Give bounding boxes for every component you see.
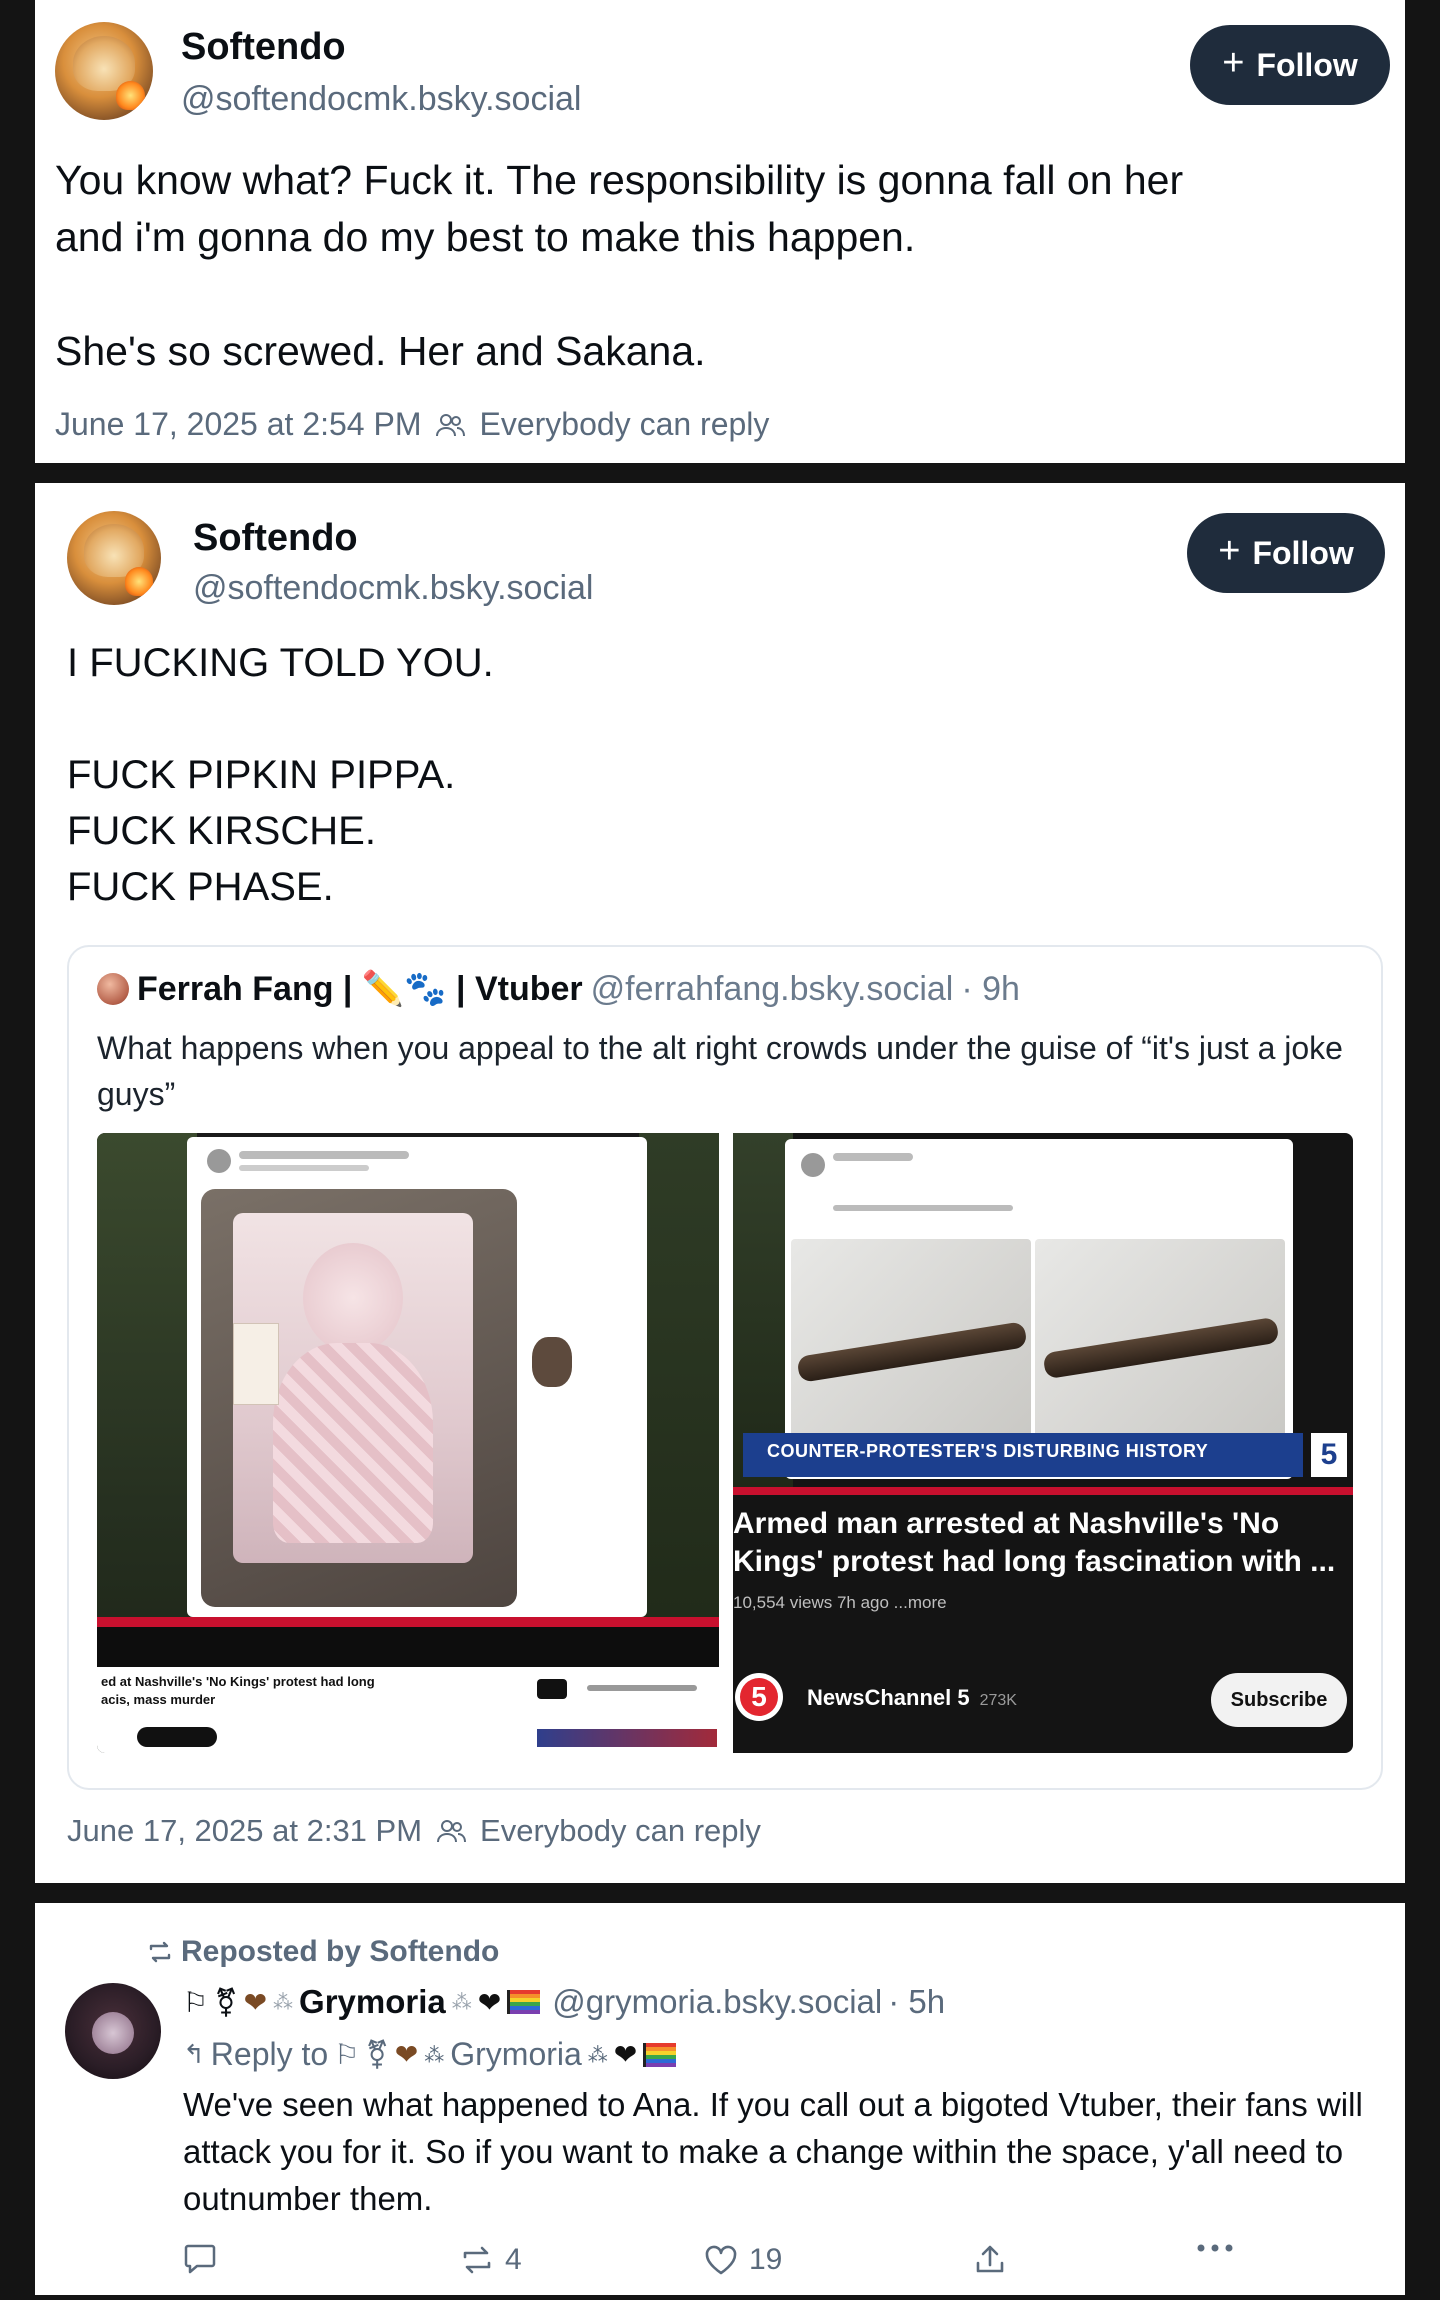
reply-setting[interactable]: Everybody can reply [479,406,769,443]
follow-button[interactable]: + Follow [1187,513,1385,593]
post-card-2[interactable]: Softendo @softendocmk.bsky.social + Foll… [35,483,1405,1883]
reply-button[interactable] [183,2243,217,2275]
repost-icon [149,1941,171,1963]
post-text: I FUCKING TOLD YOU. FUCK PIPKIN PIPPA. F… [67,641,494,909]
sparkle-icon: ⁂ [451,1990,472,2014]
reply-arrow-icon: ↰ [183,2039,205,2069]
subscribe-button[interactable]: Subscribe [1211,1673,1347,1727]
left-image-caption: ed at Nashville's 'No Kings' protest had… [101,1674,375,1707]
channel-logo[interactable]: 5 [735,1673,783,1721]
author-avatar[interactable] [55,22,153,120]
follow-label: Follow [1256,46,1358,83]
more-options-button[interactable] [1195,2243,1235,2253]
sparkle-icon: ⁂ [587,2042,608,2067]
reply-to-line[interactable]: ↰ Reply to ⚐ ⚧ ❤ ⁂ Grymoria ⁂ ❤ [183,2036,677,2073]
author-handle[interactable]: @grymoria.bsky.social [552,1983,882,2021]
quoted-post-age: · 9h [961,969,1020,1008]
quoted-image-right[interactable]: COUNTER-PROTESTER'S DISTURBING HISTORY 5… [733,1133,1353,1753]
news-banner-text: COUNTER-PROTESTER'S DISTURBING HISTORY [767,1441,1209,1461]
author-line: ⚐ ⚧ ❤ ⁂ Grymoria ⁂ ❤ @grymoria.bsky.soci… [183,1983,945,2021]
gender-symbol-icon: ⚧ [214,1985,238,2019]
author-name[interactable]: Softendo [193,517,358,560]
post-age: · 5h [888,1983,946,2020]
comment-icon [184,2244,216,2274]
video-meta: 10,554 views 7h ago ...more [733,1593,947,1612]
reply-to-label: Reply to [210,2036,329,2072]
quoted-post[interactable]: Ferrah Fang | ✏️🐾 | Vtuber @ferrahfang.b… [67,945,1383,1790]
share-button[interactable] [973,2243,1007,2277]
sparkle-icon: ⁂ [424,2042,445,2067]
author-handle[interactable]: @softendocmk.bsky.social [181,80,581,119]
like-button[interactable]: 19 [703,2243,782,2277]
quoted-post-header: Ferrah Fang | ✏️🐾 | Vtuber @ferrahfang.b… [97,969,1020,1009]
follow-button[interactable]: + Follow [1190,25,1390,105]
post-text: We've seen what happened to Ana. If you … [183,2086,1363,2217]
gender-symbol-icon: ⚧ [365,2038,389,2071]
repost-icon [463,2246,491,2274]
quoted-author-avatar[interactable] [97,973,129,1005]
plus-icon: + [1222,42,1245,84]
author-name[interactable]: Grymoria [299,1983,446,2021]
black-heart-icon: ❤ [613,2038,638,2071]
post-timestamp[interactable]: June 17, 2025 at 2:31 PM [67,1813,422,1849]
follow-label: Follow [1252,534,1354,571]
quoted-author-handle[interactable]: @ferrahfang.bsky.social [591,970,954,1009]
heart-icon [705,2245,737,2275]
channel-name: NewsChannel 5 [807,1685,970,1710]
more-icon [1197,2244,1233,2252]
channel-logo-text: 5 [740,1678,778,1716]
author-avatar[interactable] [65,1983,161,2079]
plus-icon: + [1218,530,1241,572]
reply-setting[interactable]: Everybody can reply [480,1813,761,1849]
post-card-3[interactable]: Reposted by Softendo ⚐ ⚧ ❤ ⁂ Grymoria ⁂ … [35,1903,1405,2295]
author-name[interactable]: Softendo [181,26,346,69]
quoted-author-name[interactable]: Ferrah Fang | ✏️🐾 | Vtuber [137,969,583,1009]
post-actions: 4 19 [183,2243,1283,2287]
post-meta: June 17, 2025 at 2:54 PM Everybody can r… [55,406,769,443]
flag-icon: ⚐ [183,1985,209,2019]
news-logo-icon: 5 [1311,1433,1347,1477]
share-icon [976,2245,1004,2273]
video-title[interactable]: Armed man arrested at Nashville's 'No Ki… [733,1505,1349,1585]
quoted-post-text: What happens when you appeal to the alt … [97,1030,1343,1112]
news-banner: COUNTER-PROTESTER'S DISTURBING HISTORY [743,1433,1303,1477]
like-count: 19 [749,2243,783,2276]
author-avatar[interactable] [67,511,161,605]
channel-subscribers: 273K [979,1692,1017,1709]
author-handle[interactable]: @softendocmk.bsky.social [193,569,593,608]
sparkle-icon: ⁂ [273,1990,294,2014]
rainbow-flag-icon [507,1990,541,2014]
rainbow-flag-icon [643,2042,677,2067]
repost-button[interactable]: 4 [459,2243,522,2277]
flag-icon: ⚐ [334,2038,360,2071]
post-timestamp[interactable]: June 17, 2025 at 2:54 PM [55,406,421,443]
repost-count: 4 [505,2243,522,2276]
brown-heart-icon: ❤ [243,1985,268,2019]
post-card-1[interactable]: Softendo @softendocmk.bsky.social + Foll… [35,0,1405,463]
channel-name-row[interactable]: NewsChannel 5 273K [807,1685,1017,1711]
repost-label: Reposted by Softendo [181,1935,500,1968]
reply-to-name[interactable]: Grymoria [450,2036,582,2073]
post-text: You know what? Fuck it. The responsibili… [55,157,1184,374]
post-meta: June 17, 2025 at 2:31 PM Everybody can r… [67,1813,761,1849]
quoted-image-left[interactable]: ed at Nashville's 'No Kings' protest had… [97,1133,719,1753]
people-icon [437,1820,467,1843]
brown-heart-icon: ❤ [394,2038,419,2071]
repost-indicator[interactable]: Reposted by Softendo [147,1935,499,1969]
black-heart-icon: ❤ [477,1985,502,2019]
people-icon [436,413,466,436]
